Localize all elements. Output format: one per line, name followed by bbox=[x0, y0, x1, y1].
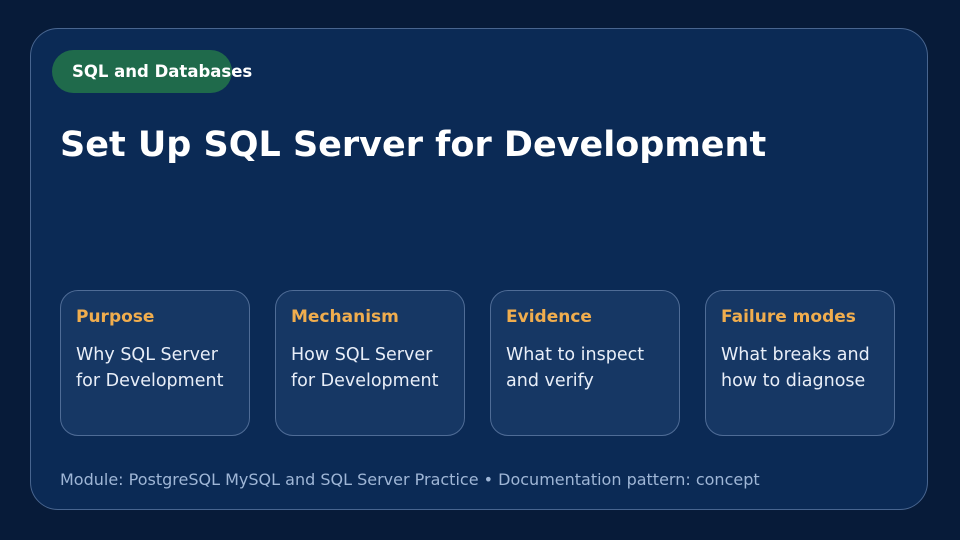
card-description: How SQL Server for Development bbox=[291, 345, 439, 391]
card-evidence: Evidence What to inspect and verify bbox=[490, 290, 680, 436]
footer-note: Module: PostgreSQL MySQL and SQL Server … bbox=[60, 470, 760, 489]
topic-tag: SQL and Databases bbox=[52, 50, 252, 93]
card-heading: Evidence bbox=[506, 307, 592, 327]
content-panel bbox=[30, 28, 928, 510]
card-row: Purpose Why SQL Server for Development M… bbox=[60, 290, 896, 436]
card-description: Why SQL Server for Development bbox=[76, 345, 224, 391]
page-title: Set Up SQL Server for Development bbox=[60, 125, 767, 165]
topic-tag-label: SQL and Databases bbox=[72, 62, 253, 81]
card-mechanism: Mechanism How SQL Server for Development bbox=[275, 290, 465, 436]
card-heading: Failure modes bbox=[721, 307, 856, 327]
card-heading: Mechanism bbox=[291, 307, 399, 327]
card-description: What to inspect and verify bbox=[506, 345, 645, 391]
card-heading: Purpose bbox=[76, 307, 155, 327]
card-description: What breaks and how to diagnose bbox=[721, 345, 870, 391]
card-failure-modes: Failure modes What breaks and how to dia… bbox=[705, 290, 895, 436]
slide-page: SQL and Databases Set Up SQL Server for … bbox=[0, 0, 960, 540]
card-purpose: Purpose Why SQL Server for Development bbox=[60, 290, 250, 436]
